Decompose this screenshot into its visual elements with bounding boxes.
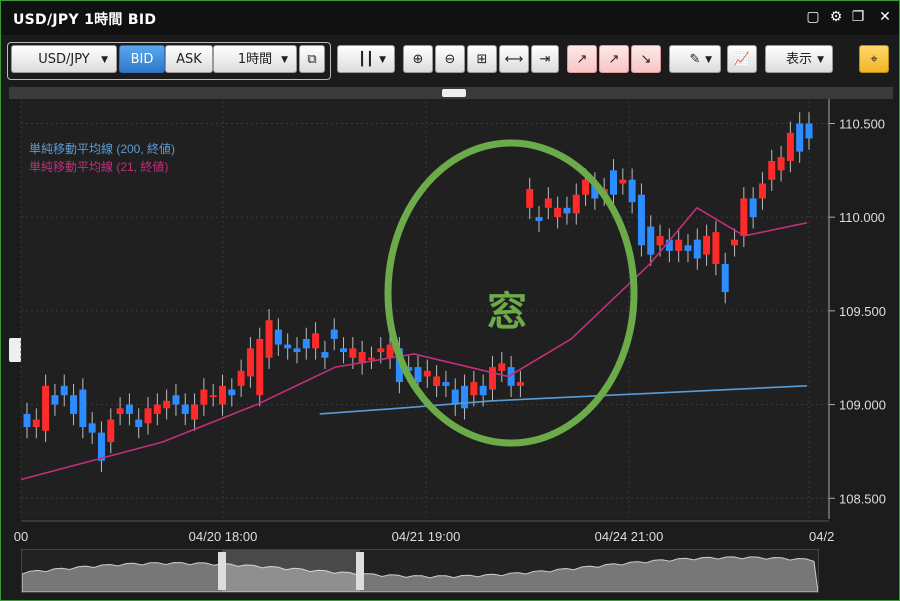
candle-body	[163, 400, 171, 409]
candle-body	[628, 179, 636, 203]
candle-body	[172, 395, 180, 405]
candle-body	[79, 389, 87, 428]
candle-body	[498, 363, 506, 371]
candle-body	[777, 157, 785, 171]
candle-body	[544, 198, 552, 208]
candle-body	[191, 404, 199, 420]
candle-body	[88, 423, 96, 433]
y-tick-label: 109.500	[839, 304, 886, 319]
candle-body	[768, 160, 776, 180]
candle-body	[479, 385, 487, 396]
legend-entry: 単純移動平均線 (200, 終値)	[29, 141, 175, 156]
candle-body	[321, 352, 329, 358]
candle-body	[97, 432, 105, 461]
gap-annotation-label: 窓	[487, 289, 527, 335]
candle-body	[265, 320, 273, 358]
candle-body	[209, 395, 217, 398]
candle-body	[461, 385, 469, 409]
candle-body	[42, 385, 50, 431]
x-tick-label: 00	[14, 529, 28, 544]
y-tick-label: 109.000	[839, 398, 886, 413]
candle-body	[23, 413, 31, 428]
candle-body	[200, 389, 208, 405]
candle-body	[349, 348, 357, 358]
candle-body	[805, 123, 813, 139]
candle-body	[535, 217, 543, 221]
candle-body	[749, 198, 757, 218]
candle-body	[340, 348, 348, 353]
candle-body	[302, 338, 310, 349]
candle-body	[731, 239, 739, 246]
x-tick-label: 04/20 18:00	[189, 529, 258, 544]
y-tick-label: 108.500	[839, 491, 886, 506]
candle-body	[293, 348, 301, 353]
candle-body	[740, 198, 748, 236]
candle-body	[442, 382, 450, 386]
candle-body	[125, 404, 133, 414]
candle-body	[367, 357, 375, 360]
x-tick-label: 04/24 21:00	[595, 529, 664, 544]
price-chart[interactable]: 110.500 110.000 109.500 109.000 108.500 00 04/…	[1, 1, 899, 549]
candle-body	[703, 235, 711, 255]
candle-body	[433, 376, 441, 386]
candle-body	[610, 170, 617, 195]
candle-body	[144, 408, 152, 424]
candle-body	[274, 329, 282, 345]
candle-body	[675, 239, 683, 251]
candle-body	[488, 367, 496, 390]
navigator-window	[222, 550, 360, 592]
candle-body	[786, 132, 794, 161]
legend-entry: 単純移動平均線 (21, 終値)	[29, 159, 168, 174]
candle-body	[423, 370, 431, 377]
candle-body	[470, 382, 478, 396]
candle-body	[256, 338, 264, 396]
candle-body	[181, 404, 189, 414]
candle-body	[656, 235, 664, 246]
navigator-left-handle[interactable]	[218, 552, 226, 590]
candle-body	[153, 404, 161, 414]
candle-body	[758, 183, 766, 199]
candle-body	[107, 419, 115, 443]
navigator-panel[interactable]	[21, 549, 819, 593]
candle-body	[377, 348, 385, 353]
candle-body	[712, 232, 720, 265]
candle-body	[582, 179, 590, 195]
navigator-area	[21, 556, 819, 593]
candle-body	[572, 194, 580, 214]
candle-body	[451, 389, 459, 405]
candle-body	[70, 395, 78, 414]
candle-body	[219, 385, 226, 405]
candle-body	[330, 329, 338, 339]
candle-body	[721, 264, 729, 293]
candle-body	[647, 226, 655, 255]
candle-body	[246, 348, 254, 377]
candle-body	[796, 123, 804, 152]
candle-body	[135, 419, 143, 428]
candle-body	[116, 408, 124, 414]
x-tick-label: 04/2	[809, 529, 834, 544]
candle-body	[51, 395, 59, 405]
y-tick-label: 110.500	[839, 116, 885, 131]
navigator-right-handle[interactable]	[356, 552, 364, 590]
candle-body	[554, 207, 562, 218]
candle-body	[563, 207, 571, 214]
candle-body	[526, 189, 534, 208]
candle-body	[284, 344, 292, 349]
candle-body	[32, 419, 40, 428]
x-tick-label: 04/21 19:00	[392, 529, 461, 544]
candle-body	[516, 382, 524, 386]
chart-window: USD/JPY 1時間 BID ▢ ⚙ ❐ ✕ USD/JPY ▼ BID AS…	[0, 0, 900, 601]
candle-body	[60, 385, 68, 396]
candle-body	[312, 333, 320, 349]
candle-body	[228, 389, 236, 396]
candle-body	[684, 245, 692, 251]
candle-body	[414, 367, 422, 383]
y-tick-label: 110.000	[839, 210, 885, 225]
candle-body	[637, 194, 645, 246]
candle-body	[619, 179, 627, 184]
navigator-chart	[21, 550, 819, 593]
candle-body	[237, 370, 245, 386]
candle-body	[693, 239, 701, 259]
